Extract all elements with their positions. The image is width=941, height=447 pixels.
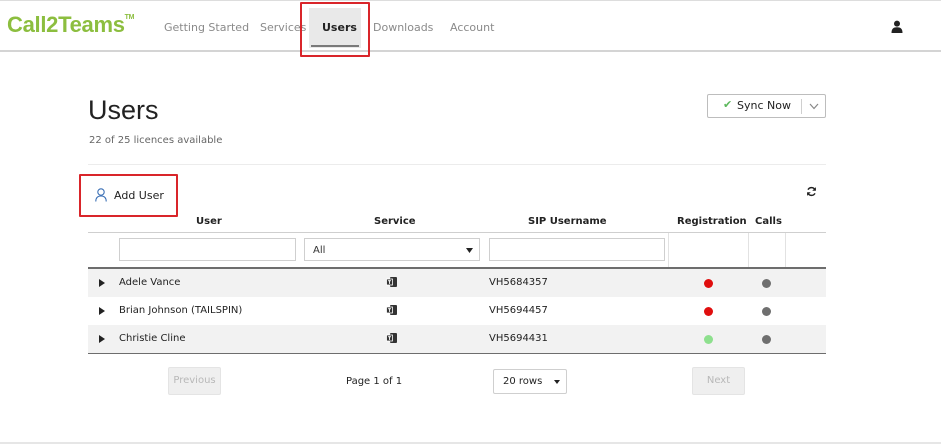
row-user-name: Christie Cline	[119, 333, 186, 344]
column-divider	[748, 233, 749, 267]
top-nav: Call2TeamsTM Getting Started Services Us…	[0, 0, 941, 57]
column-header-service[interactable]: Service	[374, 216, 416, 227]
filter-row: All	[88, 233, 826, 267]
calls-status-dot	[762, 335, 771, 344]
previous-page-button[interactable]: Previous	[168, 367, 221, 395]
registration-status-dot	[704, 335, 713, 344]
expand-row-icon[interactable]	[99, 335, 105, 343]
rows-per-page-value: 20 rows	[503, 376, 543, 387]
rows-per-page-select[interactable]: 20 rows	[493, 369, 567, 394]
header-divider	[88, 164, 826, 165]
column-header-calls[interactable]: Calls	[755, 216, 782, 227]
chevron-down-icon[interactable]	[809, 103, 819, 110]
teams-icon	[386, 305, 397, 315]
sip-filter-input[interactable]	[489, 238, 665, 261]
column-header-sip-username[interactable]: SIP Username	[528, 216, 607, 227]
table-row[interactable]: Adele Vance VH5684357	[88, 269, 826, 297]
nav-getting-started[interactable]: Getting Started	[164, 21, 249, 34]
teams-icon	[386, 333, 397, 343]
user-outline-icon	[95, 188, 107, 202]
refresh-icon[interactable]	[806, 186, 817, 197]
column-header-registration[interactable]: Registration	[677, 216, 747, 227]
nav-downloads[interactable]: Downloads	[373, 21, 433, 34]
logo[interactable]: Call2TeamsTM	[7, 12, 134, 38]
page-title: Users	[88, 95, 159, 125]
service-filter-value: All	[313, 245, 326, 256]
user-filter-input[interactable]	[119, 238, 296, 261]
table-row[interactable]: Brian Johnson (TAILSPIN) VH5694457	[88, 297, 826, 325]
sync-divider	[801, 99, 802, 114]
users-highlight-box	[300, 2, 370, 57]
expand-row-icon[interactable]	[99, 279, 105, 287]
add-user-label: Add User	[114, 189, 164, 202]
caret-down-icon	[466, 248, 473, 253]
calls-status-dot	[762, 279, 771, 288]
licences-available: 22 of 25 licences available	[89, 135, 223, 146]
row-sip-username: VH5694457	[489, 305, 548, 316]
logo-text: Call2Teams	[7, 12, 125, 37]
row-user-name: Brian Johnson (TAILSPIN)	[119, 305, 243, 316]
table-row[interactable]: Christie Cline VH5694431	[88, 325, 826, 353]
add-user-button[interactable]: Add User	[79, 174, 178, 217]
page-info: Page 1 of 1	[346, 376, 403, 387]
calls-status-dot	[762, 307, 771, 316]
service-filter-select[interactable]: All	[304, 238, 480, 261]
expand-row-icon[interactable]	[99, 307, 105, 315]
row-user-name: Adele Vance	[119, 277, 181, 288]
logo-mark: TM	[124, 14, 135, 21]
row-sip-username: VH5684357	[489, 277, 548, 288]
sync-now-button[interactable]: ✔ Sync Now	[707, 94, 826, 118]
column-divider	[668, 233, 669, 267]
table-bottom-border	[88, 353, 826, 354]
sync-now-label: Sync Now	[737, 99, 791, 112]
row-sip-username: VH5694431	[489, 333, 548, 344]
column-divider	[785, 233, 786, 267]
teams-icon	[386, 277, 397, 287]
registration-status-dot	[704, 279, 713, 288]
nav-account[interactable]: Account	[450, 21, 494, 34]
next-page-button[interactable]: Next	[692, 367, 745, 395]
registration-status-dot	[704, 307, 713, 316]
column-header-user[interactable]: User	[196, 216, 222, 227]
user-icon[interactable]	[891, 20, 903, 33]
page-bottom-rule	[0, 442, 941, 444]
caret-down-icon	[554, 380, 560, 384]
check-icon: ✔	[723, 98, 733, 111]
